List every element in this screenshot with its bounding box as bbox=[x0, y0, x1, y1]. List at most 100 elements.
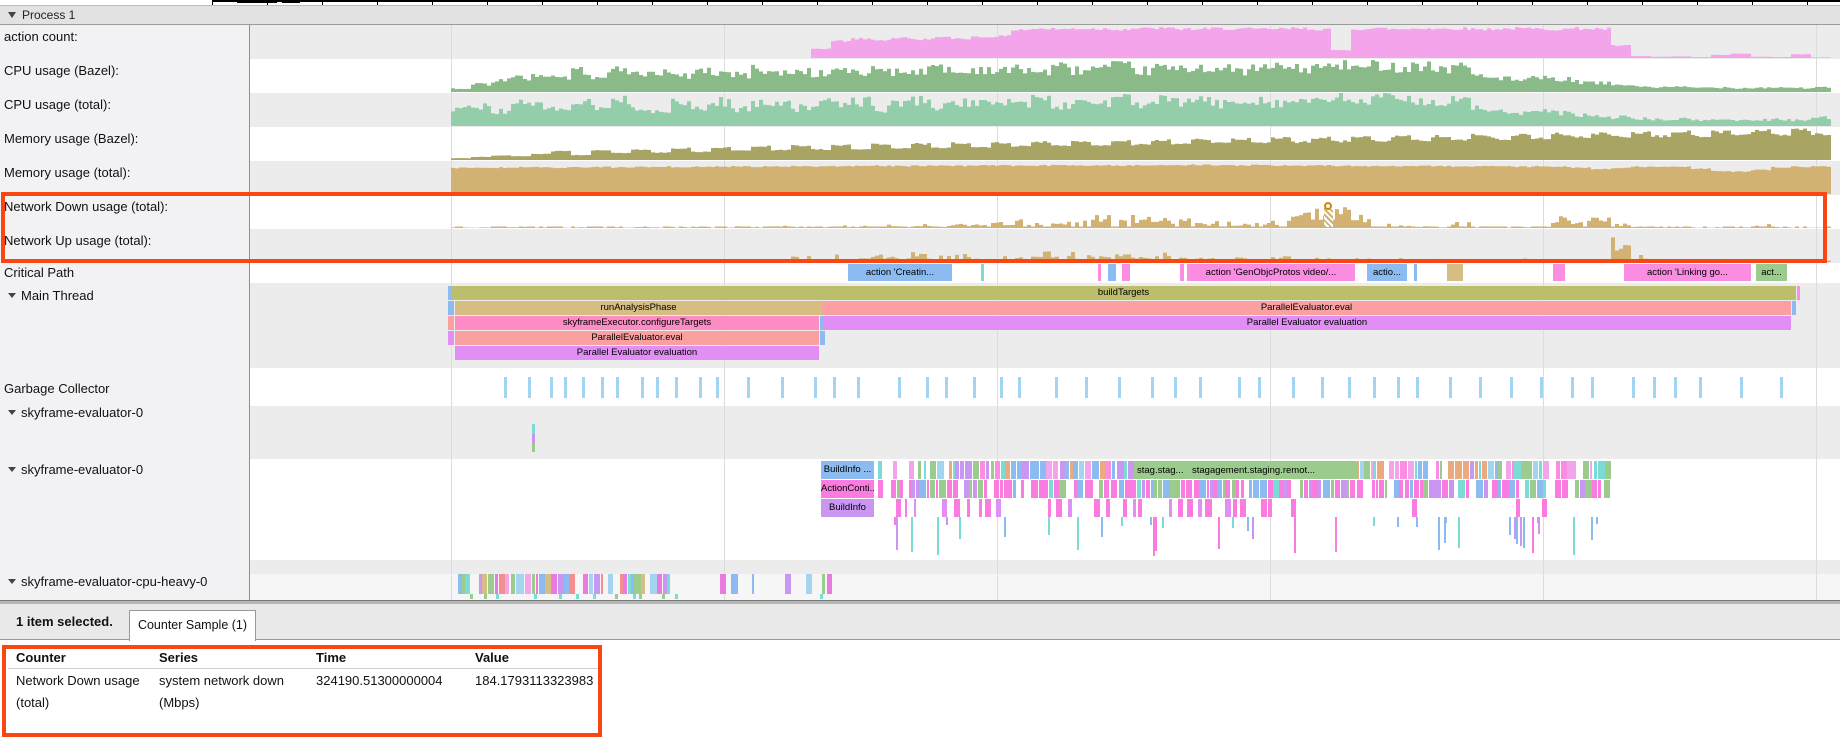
trace-slice[interactable] bbox=[1598, 480, 1601, 498]
main-thread-slice[interactable] bbox=[448, 301, 454, 315]
cpu-heavy-tick[interactable] bbox=[675, 594, 678, 599]
trace-slice[interactable] bbox=[1085, 461, 1091, 479]
main-thread-slice[interactable]: ParallelEvaluator.eval bbox=[822, 301, 1791, 315]
gc-tick[interactable] bbox=[616, 377, 619, 398]
evaluator-slice[interactable]: BuildInfo bbox=[821, 499, 874, 517]
memory-usage-total--chart[interactable] bbox=[250, 161, 1840, 195]
trace-slice[interactable] bbox=[1225, 499, 1231, 517]
trace-slice[interactable] bbox=[1273, 480, 1278, 498]
trace-slice[interactable] bbox=[1377, 461, 1383, 479]
gc-tick[interactable] bbox=[1674, 377, 1677, 398]
descender-tick[interactable] bbox=[1121, 517, 1123, 526]
trace-slice[interactable] bbox=[1364, 461, 1370, 479]
trace-slice[interactable] bbox=[1516, 499, 1520, 517]
main-thread-slice[interactable]: runAnalysisPhase bbox=[455, 301, 822, 315]
trace-slice[interactable] bbox=[953, 480, 958, 498]
trace-slice[interactable] bbox=[1092, 461, 1099, 479]
critical-path-slice[interactable] bbox=[1122, 264, 1130, 281]
trace-slice[interactable] bbox=[927, 480, 930, 498]
trace-slice[interactable] bbox=[1111, 480, 1117, 498]
trace-slice[interactable] bbox=[641, 574, 645, 594]
trace-slice[interactable] bbox=[1509, 480, 1514, 498]
trace-slice[interactable] bbox=[1539, 461, 1542, 479]
trace-slice[interactable] bbox=[1479, 461, 1481, 479]
trace-slice[interactable] bbox=[969, 480, 972, 498]
trace-slice[interactable] bbox=[1163, 480, 1170, 498]
trace-slice[interactable] bbox=[1482, 461, 1487, 479]
gc-tick[interactable] bbox=[1018, 377, 1021, 398]
trace-slice[interactable] bbox=[608, 574, 614, 594]
gc-tick[interactable] bbox=[1085, 377, 1088, 398]
gc-tick[interactable] bbox=[1479, 377, 1482, 398]
trace-slice[interactable] bbox=[1408, 461, 1414, 479]
trace-slice[interactable] bbox=[583, 574, 588, 594]
trace-slice[interactable] bbox=[1106, 499, 1110, 517]
trace-slice[interactable] bbox=[1583, 461, 1589, 479]
trace-slice[interactable] bbox=[1556, 461, 1560, 479]
trace-slice[interactable] bbox=[1373, 461, 1376, 479]
trace-slice[interactable] bbox=[1357, 480, 1363, 498]
trace-slice[interactable] bbox=[1360, 461, 1364, 479]
trace-slice[interactable] bbox=[1300, 480, 1304, 498]
gc-tick[interactable] bbox=[1397, 377, 1400, 398]
trace-slice[interactable] bbox=[1357, 461, 1359, 479]
gc-tick[interactable] bbox=[641, 377, 644, 398]
expand-triangle-icon[interactable] bbox=[8, 579, 16, 584]
gc-tick[interactable] bbox=[1653, 377, 1656, 398]
trace-slice[interactable] bbox=[1561, 461, 1566, 479]
tab-counter-sample[interactable]: Counter Sample (1) bbox=[129, 610, 256, 641]
trace-slice[interactable] bbox=[1146, 480, 1150, 498]
descender-tick[interactable] bbox=[1532, 517, 1534, 553]
trace-slice[interactable] bbox=[1429, 480, 1435, 498]
descender-tick[interactable] bbox=[959, 517, 961, 539]
trace-slice[interactable] bbox=[1158, 480, 1162, 498]
trace-slice[interactable] bbox=[1498, 461, 1501, 479]
trace-slice[interactable] bbox=[896, 499, 901, 517]
trace-slice[interactable] bbox=[1253, 480, 1259, 498]
trace-slice[interactable] bbox=[521, 574, 523, 594]
trace-slice[interactable] bbox=[1017, 461, 1022, 479]
trace-slice[interactable] bbox=[1341, 480, 1346, 498]
trace-slice[interactable] bbox=[551, 574, 557, 594]
cpu-heavy-tick[interactable] bbox=[470, 594, 473, 599]
trace-slice[interactable] bbox=[891, 480, 896, 498]
descender-tick[interactable] bbox=[1516, 517, 1518, 544]
trace-slice[interactable] bbox=[1418, 461, 1422, 479]
trace-slice[interactable] bbox=[1013, 480, 1016, 498]
trace-slice[interactable] bbox=[1011, 461, 1015, 479]
trace-slice[interactable] bbox=[1217, 480, 1221, 498]
trace-slice[interactable] bbox=[1039, 480, 1044, 498]
gc-tick[interactable] bbox=[550, 377, 553, 398]
trace-slice[interactable] bbox=[1119, 480, 1125, 498]
trace-slice[interactable] bbox=[1199, 480, 1206, 498]
trace-slice[interactable] bbox=[1414, 480, 1419, 498]
trace-slice[interactable] bbox=[924, 461, 926, 479]
trace-slice[interactable] bbox=[900, 480, 903, 498]
gc-tick[interactable] bbox=[1238, 377, 1241, 398]
trace-slice[interactable] bbox=[518, 574, 521, 594]
trace-slice[interactable] bbox=[1169, 499, 1172, 517]
trace-slice[interactable] bbox=[752, 574, 754, 594]
trace-slice[interactable] bbox=[1241, 480, 1244, 498]
trace-slice[interactable] bbox=[1449, 480, 1454, 498]
trace-slice[interactable] bbox=[594, 574, 600, 594]
descender-tick[interactable] bbox=[1520, 517, 1522, 546]
trace-slice[interactable] bbox=[1448, 461, 1454, 479]
trace-slice[interactable] bbox=[1094, 499, 1100, 517]
trace-slice[interactable] bbox=[1124, 461, 1127, 479]
trace-slice[interactable] bbox=[462, 574, 465, 594]
main-thread-slice[interactable] bbox=[448, 316, 454, 330]
trace-slice[interactable] bbox=[1137, 480, 1141, 498]
trace-slice[interactable] bbox=[1516, 480, 1520, 498]
trace-slice[interactable] bbox=[1128, 461, 1134, 479]
trace-slice[interactable] bbox=[1261, 499, 1267, 517]
trace-slice[interactable] bbox=[667, 574, 670, 594]
trace-slice[interactable] bbox=[1142, 480, 1145, 498]
trace-slice[interactable] bbox=[1104, 480, 1110, 498]
trace-slice[interactable] bbox=[1059, 480, 1062, 498]
trace-slice[interactable] bbox=[996, 499, 1001, 517]
trace-slice[interactable] bbox=[1304, 480, 1307, 498]
trace-slice[interactable] bbox=[785, 574, 791, 594]
gc-tick[interactable] bbox=[857, 377, 860, 398]
descender-tick[interactable] bbox=[1523, 517, 1525, 548]
